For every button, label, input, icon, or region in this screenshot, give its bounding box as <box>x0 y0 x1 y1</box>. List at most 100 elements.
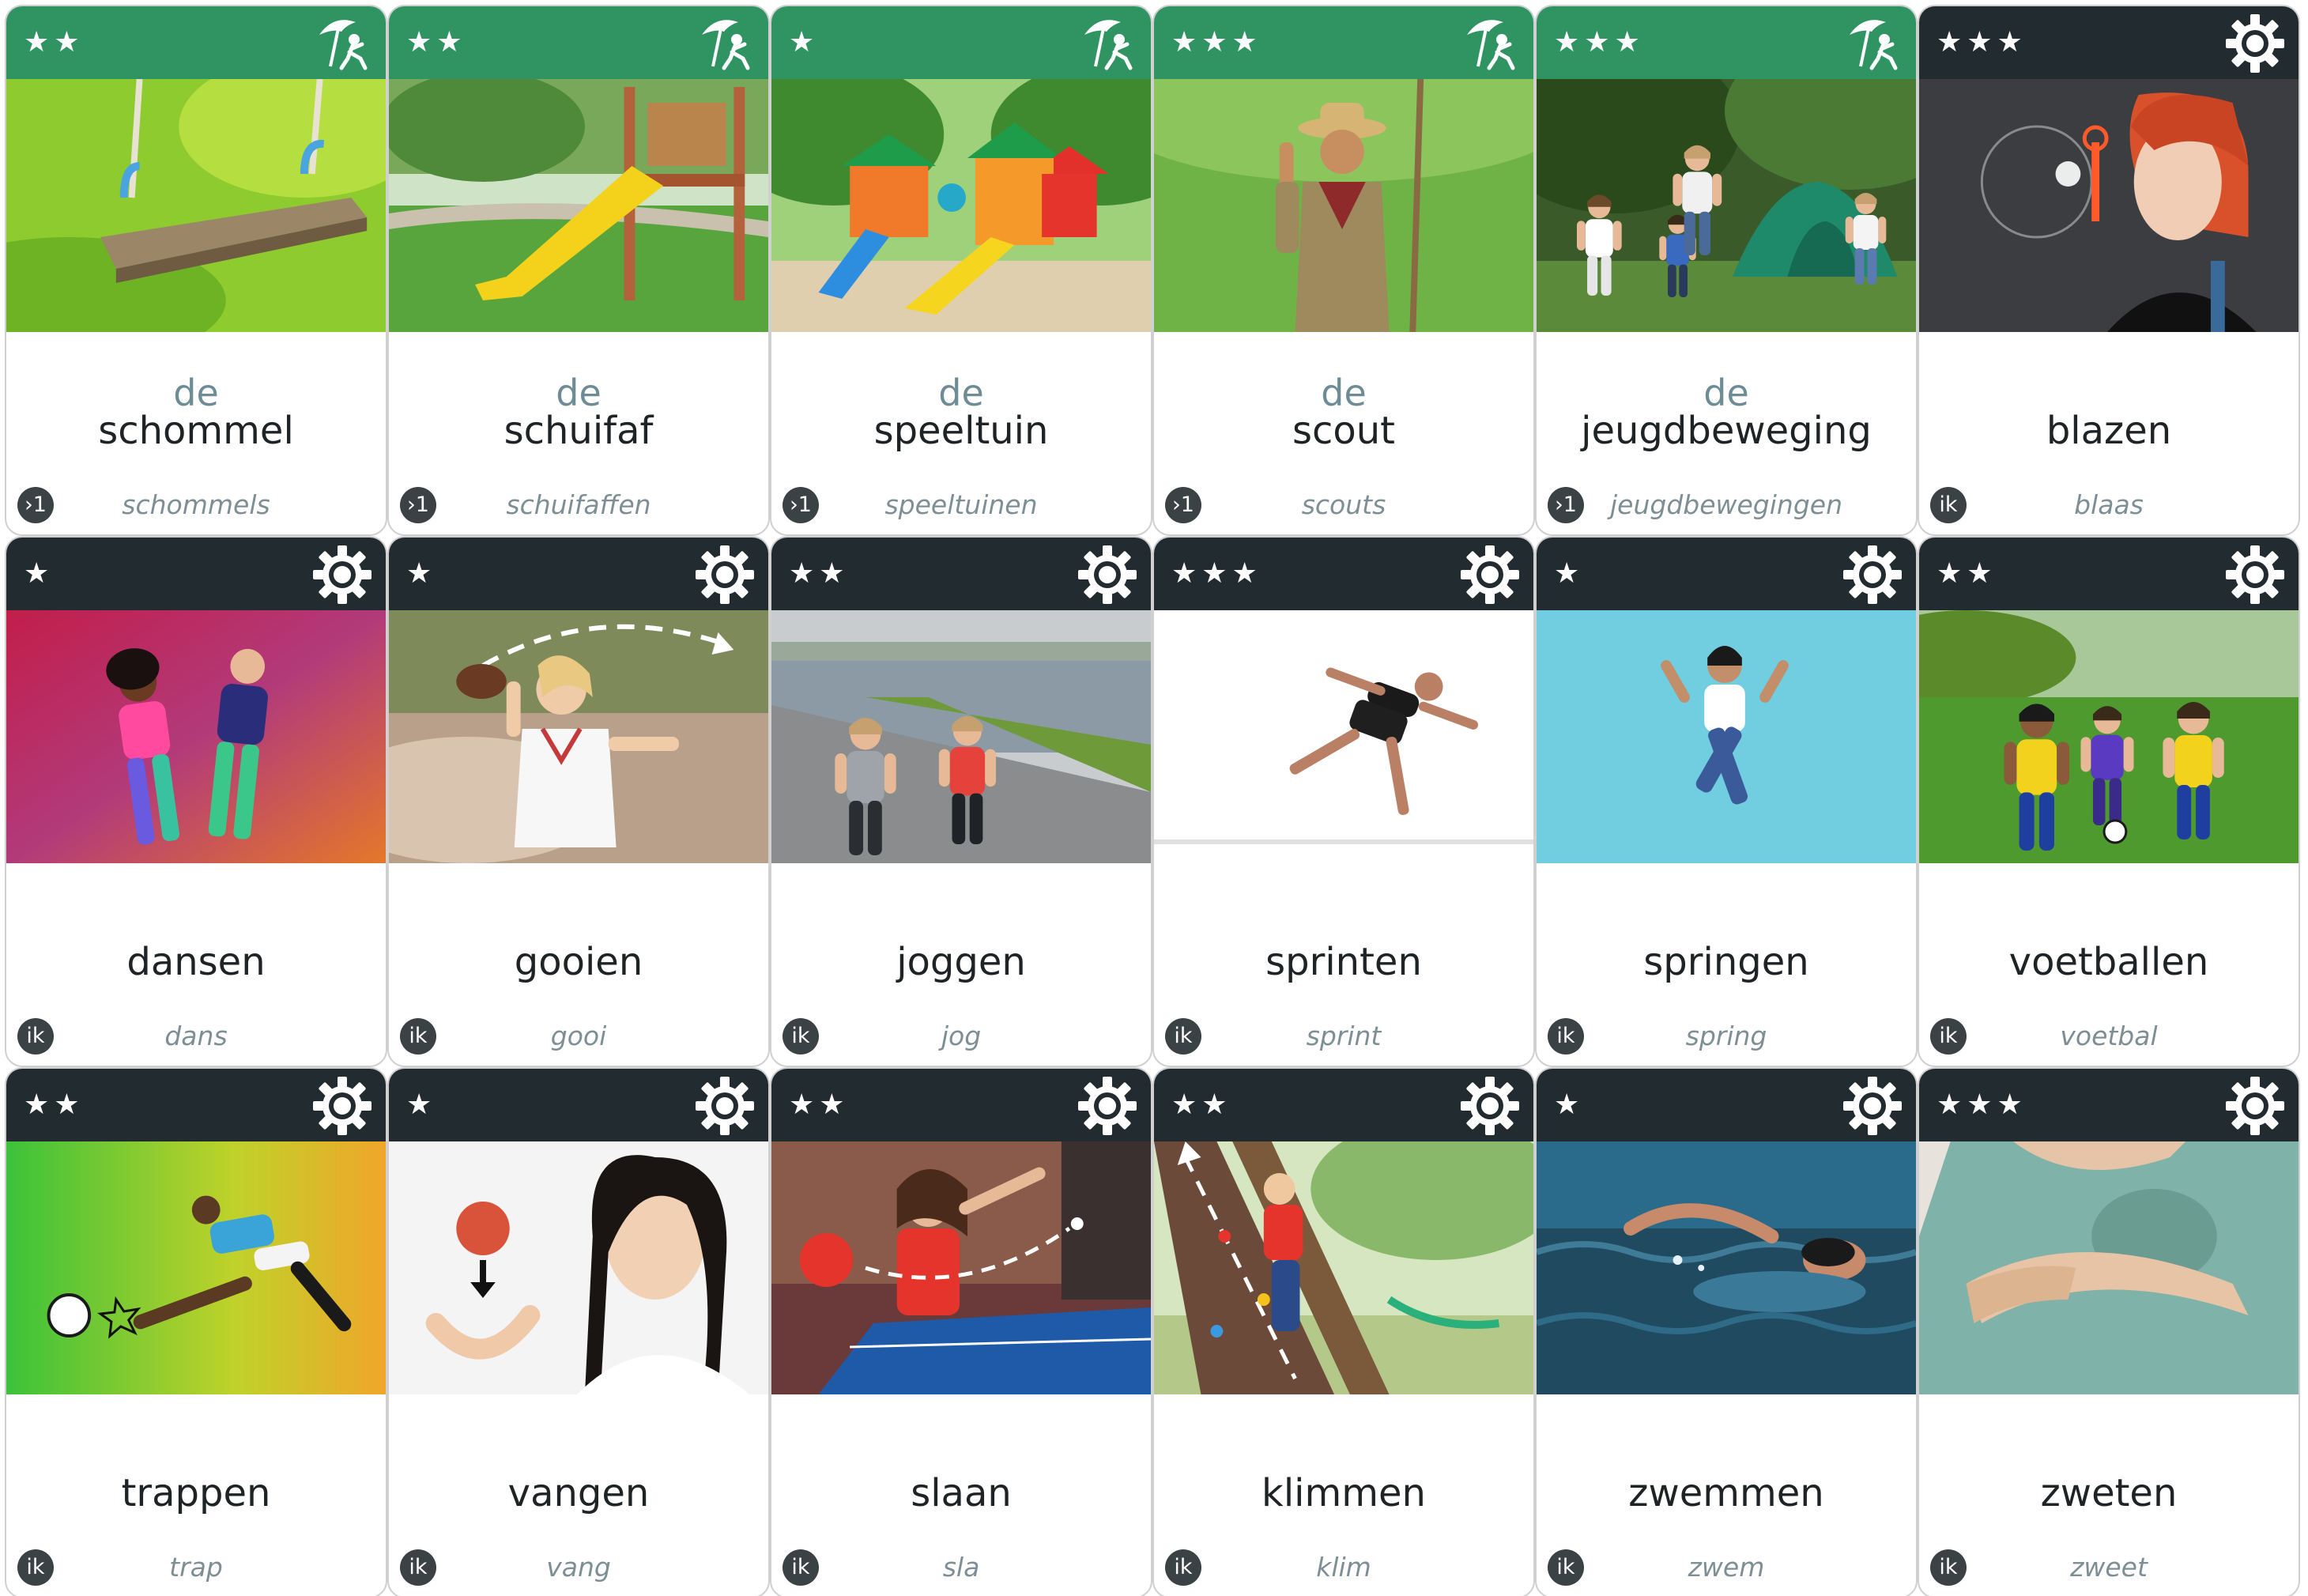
gear-icon <box>1458 542 1522 607</box>
form-label: scouts <box>1301 489 1386 520</box>
gear-icon <box>1840 1073 1905 1138</box>
card-text: de schuifaf ›1 schuifaffen <box>389 332 768 534</box>
word-label: slaan <box>911 1471 1012 1515</box>
word-label: zweten <box>2040 1471 2178 1515</box>
difficulty-stars: ★ <box>1554 557 1585 590</box>
word-label: klimmen <box>1261 1471 1426 1515</box>
difficulty-stars: ★★ <box>406 26 467 58</box>
card-text: vangen ik vang <box>389 1394 768 1596</box>
beach-play-icon <box>1840 11 1905 76</box>
word-label: vangen <box>507 1471 650 1515</box>
catching-photo <box>389 1141 768 1394</box>
card-text: zweten ik zweet <box>1919 1394 2299 1596</box>
word-label: speeltuin <box>873 409 1049 453</box>
word-card-joggen[interactable]: ★★ joggen ik jog <box>770 536 1152 1067</box>
swing-photo <box>6 79 386 332</box>
word-card-klimmen[interactable]: ★★ klimmen ik klim <box>1152 1067 1535 1596</box>
form-label: klim <box>1316 1552 1371 1583</box>
form-label: vang <box>546 1552 611 1583</box>
word-card-jeugdbeweging[interactable]: ★★★ de jeugdbeweging ›1 jeugdbewegingen <box>1535 5 1918 536</box>
word-card-trappen[interactable]: ★★ trappen ik trap <box>5 1067 387 1596</box>
form-label: blaas <box>2074 489 2144 520</box>
difficulty-stars: ★★★ <box>1554 26 1645 58</box>
card-header: ★★★ <box>1154 538 1533 610</box>
gear-icon <box>2223 1073 2287 1138</box>
word-label: zwemmen <box>1628 1471 1824 1515</box>
card-text: dansen ik dans <box>6 863 386 1066</box>
form-label: dans <box>164 1021 228 1051</box>
word-card-springen[interactable]: ★ springen ik spring <box>1535 536 1918 1067</box>
gear-icon <box>692 542 757 607</box>
word-card-zwemmen[interactable]: ★ zwemmen ik zwem <box>1535 1067 1918 1596</box>
card-header: ★ <box>771 6 1151 79</box>
card-text: trappen ik trap <box>6 1394 386 1596</box>
word-card-scout[interactable]: ★★★ de scout ›1 scouts <box>1152 5 1535 536</box>
card-text: klimmen ik klim <box>1154 1394 1533 1596</box>
word-label: scout <box>1292 409 1395 453</box>
football-photo <box>1919 610 2299 863</box>
gear-icon <box>310 542 375 607</box>
difficulty-stars: ★★ <box>789 557 850 590</box>
form-label: zwem <box>1688 1552 1765 1583</box>
form-label: trap <box>169 1552 223 1583</box>
form-label: speeltuinen <box>884 489 1038 520</box>
flashcard-sheet: ★★ de schommel ›1 schommels ★★ de schuif… <box>0 0 2308 1596</box>
card-text: de scout ›1 scouts <box>1154 332 1533 534</box>
card-header: ★ <box>389 1069 768 1141</box>
dancing-photo <box>6 610 386 863</box>
card-header: ★ <box>1537 1069 1916 1141</box>
card-header: ★ <box>1537 538 1916 610</box>
form-label: spring <box>1685 1021 1767 1051</box>
card-grid: ★★ de schommel ›1 schommels ★★ de schuif… <box>5 5 2300 1596</box>
slide-photo <box>389 79 768 332</box>
gear-icon <box>1075 542 1140 607</box>
gear-icon <box>2223 11 2287 76</box>
card-text: sprinten ik sprint <box>1154 863 1533 1066</box>
difficulty-stars: ★★ <box>24 1089 85 1121</box>
jogging-photo <box>771 610 1151 863</box>
word-card-schuifaf[interactable]: ★★ de schuifaf ›1 schuifaffen <box>387 5 770 536</box>
card-header: ★★ <box>1154 1069 1533 1141</box>
word-card-slaan[interactable]: ★★ slaan ik sla <box>770 1067 1152 1596</box>
word-card-schommel[interactable]: ★★ de schommel ›1 schommels <box>5 5 387 536</box>
word-label: sprinten <box>1265 940 1422 984</box>
difficulty-stars: ★ <box>24 557 55 590</box>
word-card-sprinten[interactable]: ★★★ sprinten ik sprint <box>1152 536 1535 1067</box>
throwing-photo <box>389 610 768 863</box>
kicking-photo <box>6 1141 386 1394</box>
word-label: schommel <box>98 409 294 453</box>
card-text: springen ik spring <box>1537 863 1916 1066</box>
card-header: ★★★ <box>1919 1069 2299 1141</box>
card-header: ★★ <box>6 1069 386 1141</box>
word-card-zweten[interactable]: ★★★ zweten ik zweet <box>1918 1067 2300 1596</box>
card-text: gooien ik gooi <box>389 863 768 1066</box>
card-header: ★★★ <box>1537 6 1916 79</box>
beach-play-icon <box>1075 11 1140 76</box>
scout-photo <box>1154 79 1533 332</box>
word-card-dansen[interactable]: ★ dansen ik dans <box>5 536 387 1067</box>
word-card-gooien[interactable]: ★ gooien ik gooi <box>387 536 770 1067</box>
word-card-blazen[interactable]: ★★★ blazen ik blaas <box>1918 5 2300 536</box>
word-card-voetballen[interactable]: ★★ voetballen ik voetbal <box>1918 536 2300 1067</box>
word-label: blazen <box>2046 409 2172 453</box>
form-label: sla <box>942 1552 980 1583</box>
swimming-photo <box>1537 1141 1916 1394</box>
word-label: springen <box>1643 940 1809 984</box>
difficulty-stars: ★★★ <box>1171 557 1262 590</box>
word-card-speeltuin[interactable]: ★ de speeltuin ›1 speeltuinen <box>770 5 1152 536</box>
card-text: de speeltuin ›1 speeltuinen <box>771 332 1151 534</box>
form-label: jog <box>941 1021 982 1051</box>
card-text: de jeugdbeweging ›1 jeugdbewegingen <box>1537 332 1916 534</box>
card-header: ★★ <box>771 1069 1151 1141</box>
form-label: gooi <box>550 1021 607 1051</box>
card-header: ★ <box>389 538 768 610</box>
card-header: ★★★ <box>1919 6 2299 79</box>
word-label: trappen <box>121 1471 271 1515</box>
form-label: zweet <box>2070 1552 2148 1583</box>
card-text: slaan ik sla <box>771 1394 1151 1596</box>
card-header: ★ <box>6 538 386 610</box>
form-label: jeugdbewegingen <box>1609 489 1843 520</box>
difficulty-stars: ★★★ <box>1937 1089 2027 1121</box>
word-label: gooien <box>514 940 643 984</box>
word-card-vangen[interactable]: ★ vangen ik vang <box>387 1067 770 1596</box>
